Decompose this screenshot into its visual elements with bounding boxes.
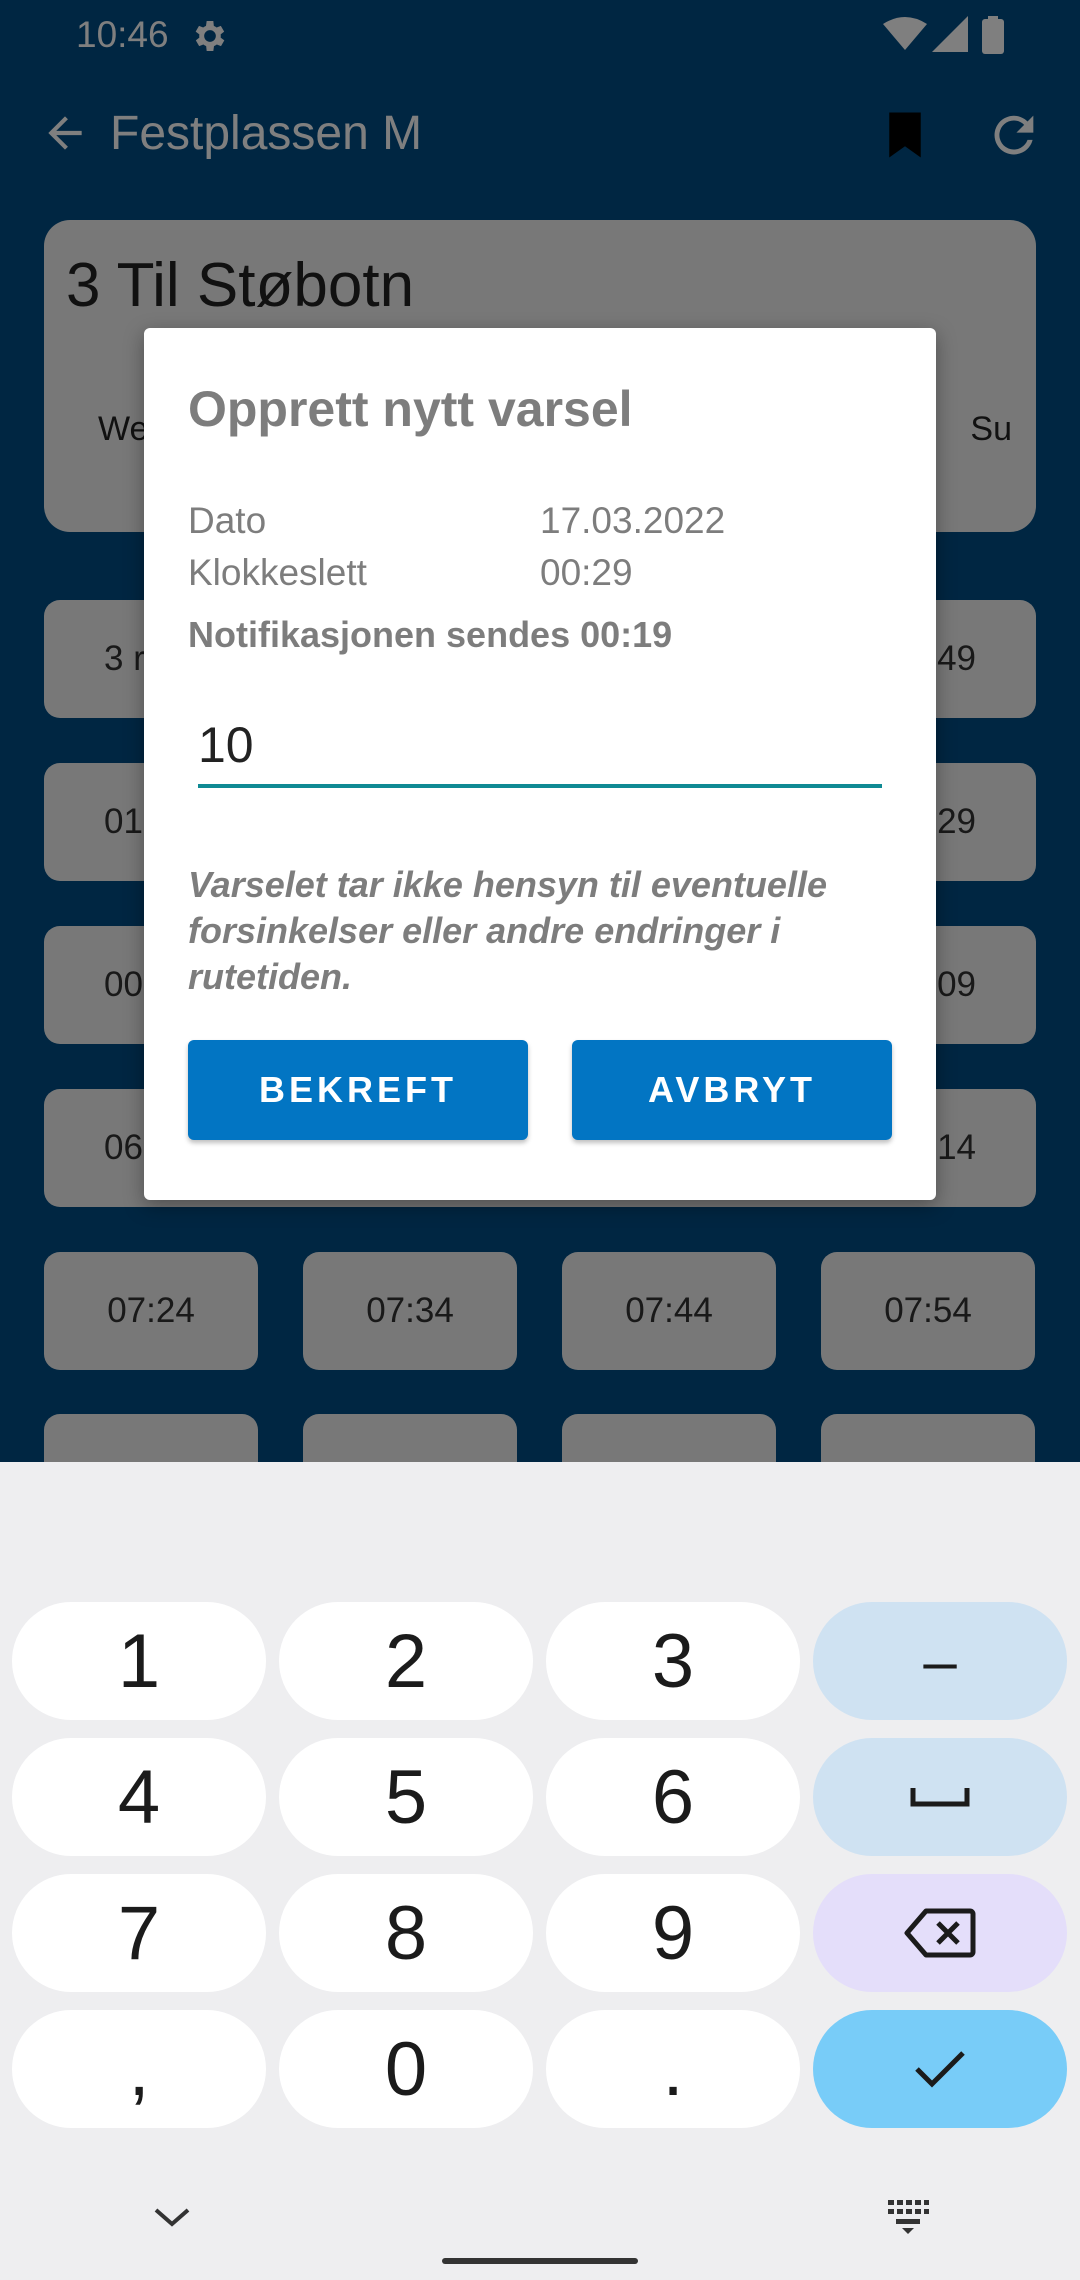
key-done[interactable]: [813, 2010, 1067, 2128]
key-label: 3: [651, 1618, 695, 1704]
key-label: 0: [384, 2026, 428, 2112]
time-value: 00:29: [540, 552, 633, 593]
backspace-icon: [904, 1908, 976, 1958]
key-2[interactable]: 2: [279, 1602, 533, 1720]
key-label: 1: [117, 1618, 161, 1704]
date-label: Dato: [188, 500, 267, 541]
date-value: 17.03.2022: [540, 500, 726, 541]
key-7[interactable]: 7: [12, 1874, 266, 1992]
minutes-before-input[interactable]: [198, 712, 882, 788]
key-label: .: [662, 2026, 684, 2112]
space-icon: [910, 1788, 970, 1807]
key-3[interactable]: 3: [546, 1602, 800, 1720]
create-alert-dialog: Opprett nytt varsel Dato 17.03.2022 Klok…: [144, 328, 936, 1200]
key-label: 9: [651, 1890, 695, 1976]
keyboard-switch-icon[interactable]: [886, 2196, 930, 2236]
key-0[interactable]: 0: [279, 2010, 533, 2128]
home-indicator[interactable]: [442, 2258, 638, 2264]
key-label: 6: [651, 1754, 695, 1840]
key-4[interactable]: 4: [12, 1738, 266, 1856]
chevron-down-icon[interactable]: [150, 2202, 194, 2232]
key-8[interactable]: 8: [279, 1874, 533, 1992]
app-screen: 10:46 Festplassen M 3 Til Støbotn We Su: [0, 0, 1080, 1462]
cancel-button[interactable]: AVBRYT: [572, 1040, 892, 1140]
key-6[interactable]: 6: [546, 1738, 800, 1856]
key-label: 2: [384, 1618, 428, 1704]
key-space[interactable]: [813, 1738, 1067, 1856]
time-label: Klokkeslett: [188, 552, 367, 593]
key-backspace[interactable]: [813, 1874, 1067, 1992]
key-label: 4: [117, 1754, 161, 1840]
delay-warning-text: Varselet tar ikke hensyn til eventuelle …: [188, 864, 827, 997]
checkmark-icon: [915, 2051, 965, 2088]
key-period[interactable]: .: [546, 2010, 800, 2128]
notification-time-text: Notifikasjonen sendes 00:19: [188, 614, 673, 655]
dialog-title: Opprett nytt varsel: [188, 381, 633, 437]
key-label: 8: [384, 1890, 428, 1976]
key-label: –: [923, 1627, 957, 1695]
key-minus[interactable]: –: [813, 1602, 1067, 1720]
confirm-button[interactable]: BEKREFT: [188, 1040, 528, 1140]
key-label: 7: [117, 1890, 161, 1976]
key-comma[interactable]: ,: [12, 2010, 266, 2128]
key-1[interactable]: 1: [12, 1602, 266, 1720]
key-9[interactable]: 9: [546, 1874, 800, 1992]
key-5[interactable]: 5: [279, 1738, 533, 1856]
key-label: 5: [384, 1754, 428, 1840]
numeric-keyboard: 1 2 3 – 4 5 6 7 8 9 , 0 .: [0, 1462, 1080, 2280]
key-label: ,: [128, 2026, 150, 2112]
